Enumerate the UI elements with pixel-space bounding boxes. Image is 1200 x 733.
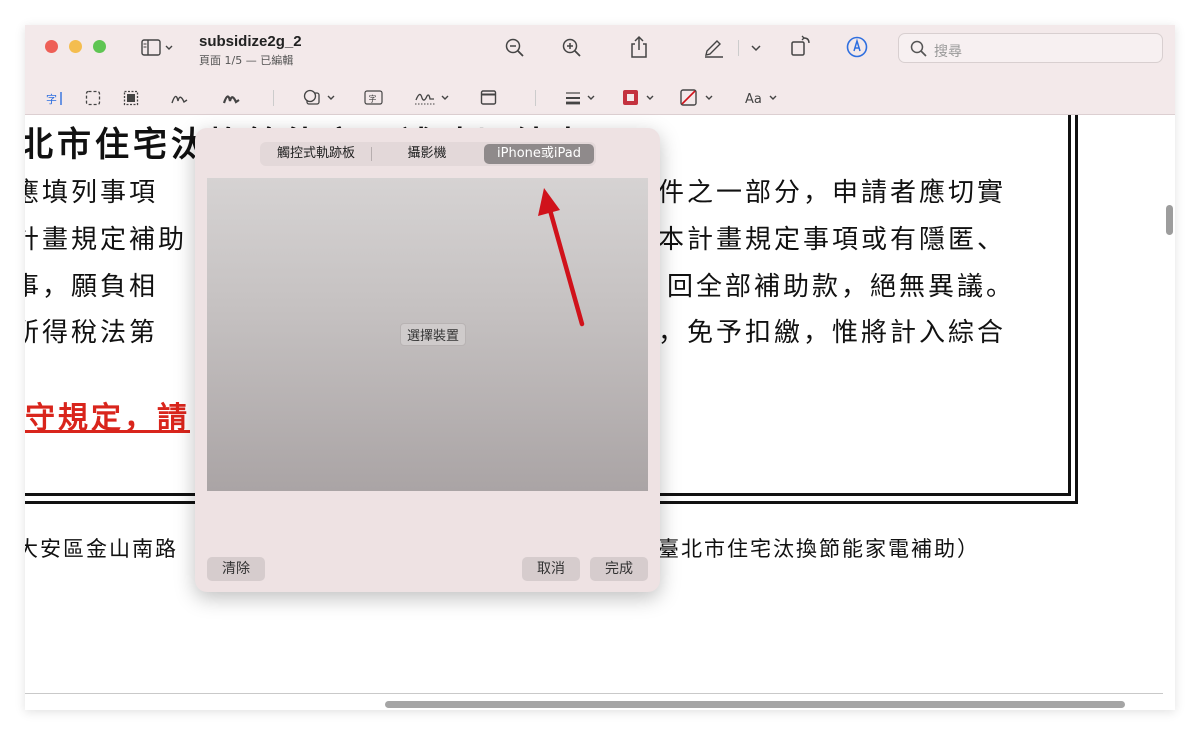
rectangular-selection-icon[interactable]: [85, 90, 101, 106]
border-color-icon[interactable]: [621, 88, 661, 108]
annotation-arrow-icon: [538, 188, 585, 327]
document-line: 本計畫規定事項或有隱匿、: [658, 225, 1007, 255]
tab-trackpad[interactable]: 觸控式軌跡板: [262, 144, 370, 164]
signature-source-tabs: 觸控式軌跡板 攝影機 iPhone或iPad: [260, 142, 596, 166]
markup-toolbar: 字 字 Aa: [25, 82, 1175, 115]
text-box-icon[interactable]: 字: [364, 89, 384, 107]
search-placeholder: 搜尋: [934, 44, 962, 60]
text-selection-icon[interactable]: 字: [45, 89, 65, 107]
zoom-in-icon[interactable]: [562, 38, 582, 58]
horizontal-scrollbar[interactable]: [385, 701, 1125, 708]
title-bar: subsidize2g_2 頁面 1/5 — 已編輯 搜尋: [25, 25, 1175, 82]
document-line: 件之一部分，申請者應切實: [658, 178, 1007, 208]
search-icon: [910, 40, 927, 57]
toolbar-divider: [535, 90, 536, 106]
close-window-button[interactable]: [45, 40, 58, 53]
markup-pen-icon[interactable]: [703, 36, 725, 58]
tab-divider: [371, 147, 372, 161]
sidebar-toggle-icon[interactable]: [141, 39, 177, 57]
document-footer-right: 臺北市住宅汰換節能家電補助）: [658, 537, 980, 561]
document-footer-left: 大安區金山南路: [25, 537, 178, 561]
cancel-button[interactable]: 取消: [522, 557, 580, 581]
document-line: 所得稅法第: [25, 318, 159, 348]
signature-icon[interactable]: [413, 87, 453, 109]
clear-button[interactable]: 清除: [207, 557, 265, 581]
markup-toolbar-icon[interactable]: [846, 36, 868, 58]
vertical-scrollbar[interactable]: [1166, 205, 1173, 235]
minimize-window-button[interactable]: [69, 40, 82, 53]
shapes-icon[interactable]: [302, 88, 342, 108]
zoom-window-button[interactable]: [93, 40, 106, 53]
window-title: subsidize2g_2: [199, 33, 302, 50]
tab-camera[interactable]: 攝影機: [373, 144, 481, 164]
fill-color-icon[interactable]: [679, 88, 719, 108]
document-line: ，免予扣繳，惟將計入綜合: [658, 318, 1007, 348]
done-button[interactable]: 完成: [590, 557, 648, 581]
page-separator: [25, 693, 1163, 694]
sketch-icon[interactable]: [170, 89, 190, 107]
document-red-text: 守規定，請: [25, 401, 190, 436]
document-line: 回全部補助款，絕無異議。: [667, 272, 1016, 302]
document-line: 應填列事項: [25, 178, 159, 208]
document-border: [1068, 115, 1071, 495]
tab-iphone-ipad[interactable]: iPhone或iPad: [484, 144, 594, 164]
line-style-icon[interactable]: [564, 89, 600, 107]
instant-alpha-icon[interactable]: [123, 90, 139, 106]
note-icon[interactable]: [480, 89, 498, 107]
search-field[interactable]: 搜尋: [898, 33, 1163, 63]
toolbar-divider: [273, 90, 274, 106]
svg-text:字: 字: [46, 92, 57, 106]
share-icon[interactable]: [629, 35, 649, 59]
window-subtitle: 頁面 1/5 — 已編輯: [199, 54, 294, 67]
rotate-icon[interactable]: [790, 35, 812, 57]
document-line: 事，願負相: [25, 272, 159, 302]
document-border: [1075, 115, 1078, 503]
draw-icon[interactable]: [222, 89, 242, 107]
chevron-down-icon[interactable]: [750, 43, 762, 53]
document-line: 計畫規定補助: [25, 225, 188, 255]
choose-device-button[interactable]: 選擇裝置: [400, 323, 467, 346]
svg-text:字: 字: [369, 94, 377, 104]
zoom-out-icon[interactable]: [505, 38, 525, 58]
svg-text:Aa: Aa: [745, 92, 762, 107]
text-style-icon[interactable]: Aa: [744, 88, 784, 108]
toolbar-divider: [738, 40, 739, 56]
